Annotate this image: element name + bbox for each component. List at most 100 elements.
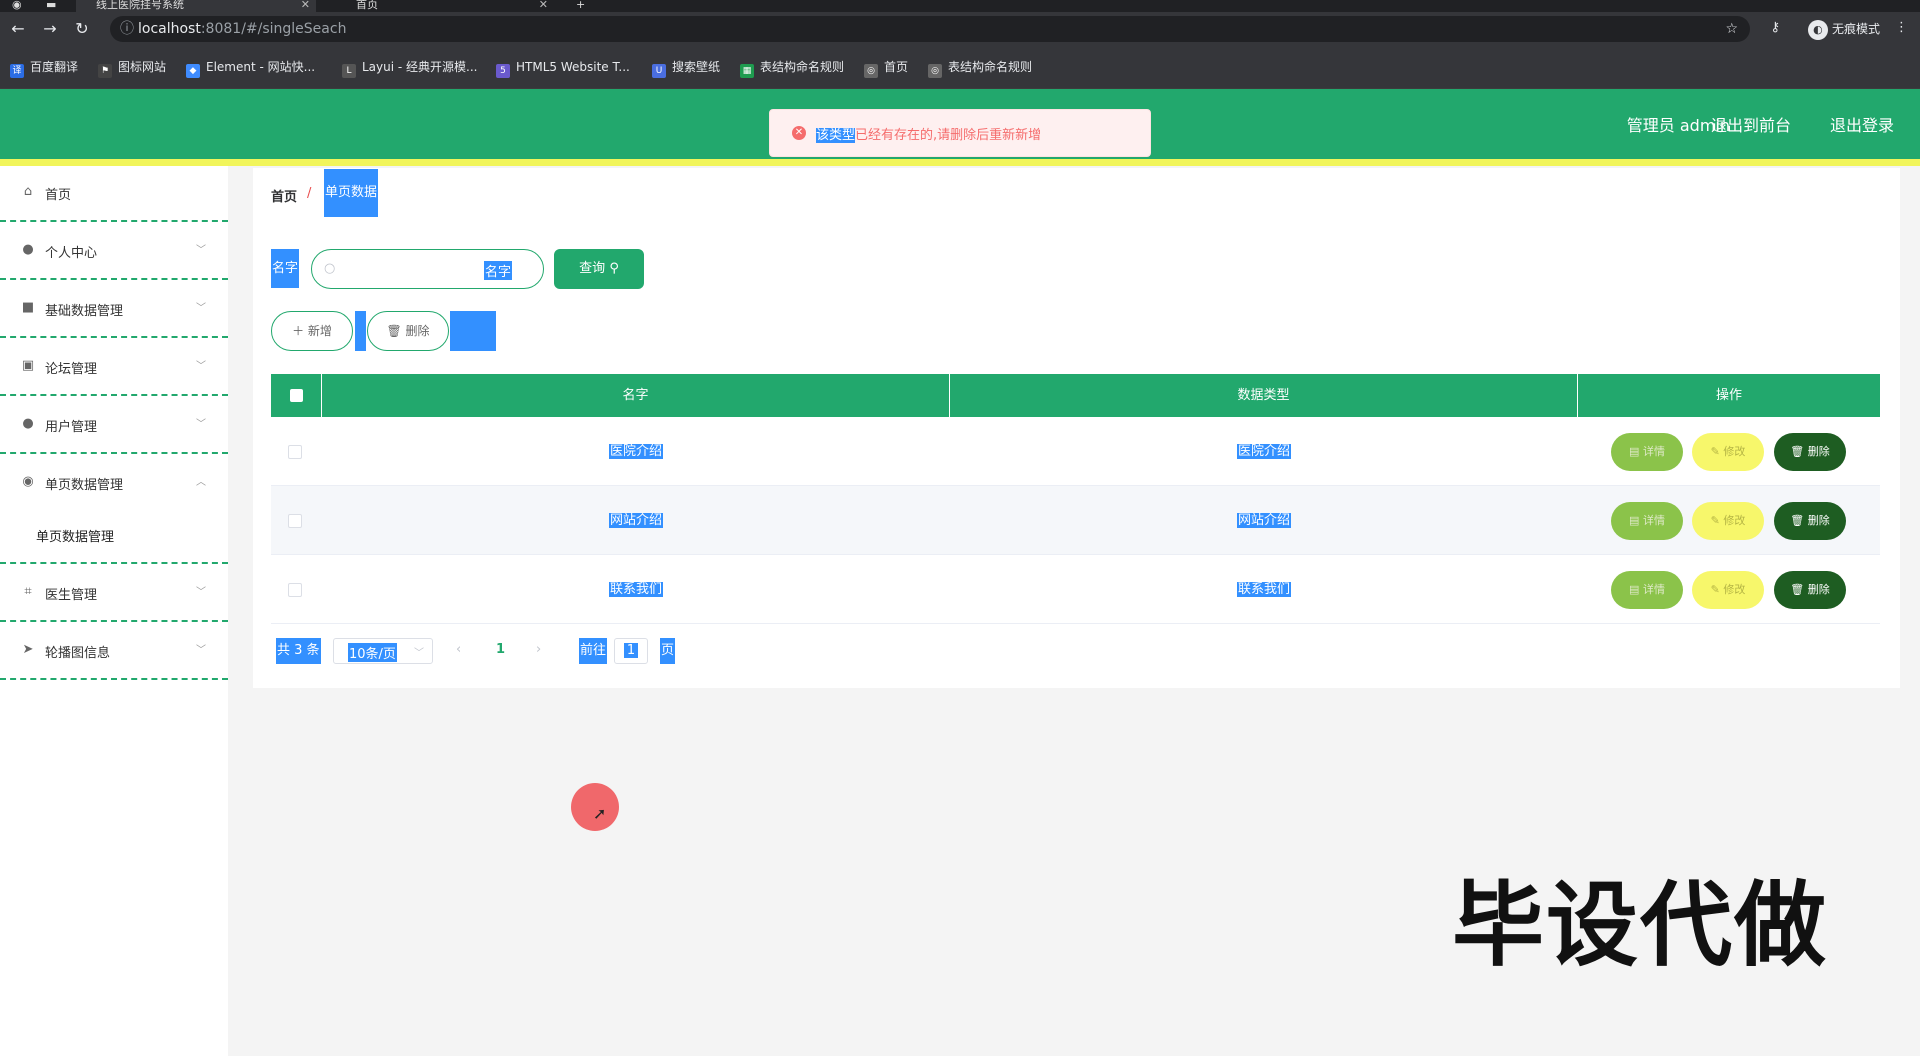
bookmark-item[interactable]: U 搜索壁纸: [652, 58, 720, 78]
cell-type-text: 联系我们: [1236, 582, 1291, 597]
error-toast: ✕ 该类型已经有存在的,请删除后重新新增: [769, 109, 1151, 157]
cell-type: 网站介绍: [950, 486, 1578, 555]
menu-kebab-icon[interactable]: ⋮: [1895, 20, 1908, 35]
detail-button[interactable]: ▤ 详情: [1611, 433, 1683, 471]
cursor-icon: ➚: [593, 804, 607, 823]
tab-1[interactable]: 线上医院挂号系统 ✕: [76, 0, 316, 12]
select-all-checkbox[interactable]: [290, 389, 303, 402]
bookmark-item[interactable]: L Layui - 经典开源模...: [342, 58, 477, 78]
sidebar-item-label: 个人中心: [45, 246, 98, 261]
cell-name: 联系我们: [322, 555, 950, 624]
tab-2[interactable]: 首页 ✕: [330, 0, 554, 12]
new-tab-icon[interactable]: +: [576, 0, 590, 12]
sidebar-item-single-page[interactable]: ◉ 单页数据管理 ︿ 单页数据管理: [0, 456, 228, 564]
sidebar-item-users[interactable]: ● 用户管理 ﹀: [0, 398, 228, 454]
delete-row-button[interactable]: 🗑 删除: [1774, 502, 1846, 540]
cell-name-text: 医院介绍: [608, 444, 663, 459]
error-icon: ✕: [792, 126, 806, 140]
goto-page-value: 1: [623, 643, 639, 658]
pagination-total: 共 3 条: [276, 638, 321, 664]
chevron-down-icon: ﹀: [196, 361, 206, 372]
search-icon: ○: [324, 261, 336, 276]
incognito-indicator[interactable]: ◐ 无痕模式: [1807, 18, 1880, 40]
chevron-down-icon: ﹀: [196, 245, 206, 256]
edit-button[interactable]: ✎ 修改: [1692, 433, 1764, 471]
back-to-front-link[interactable]: 退出到前台: [1711, 112, 1791, 136]
goto-page-input[interactable]: 1: [614, 638, 648, 664]
bookmark-item[interactable]: 5 HTML5 Website T...: [496, 58, 630, 78]
edit-button[interactable]: ✎ 修改: [1692, 571, 1764, 609]
search-placeholder: 名字: [484, 261, 513, 280]
row-checkbox[interactable]: [288, 514, 302, 528]
edit-button[interactable]: ✎ 修改: [1692, 502, 1764, 540]
url-input[interactable]: ⓘ localhost:8081/#/singleSeach ☆: [110, 16, 1750, 42]
detail-icon: ▤: [1629, 583, 1640, 596]
box-icon: ▣: [21, 358, 35, 373]
sidebar-item-label: 医生管理: [45, 588, 98, 603]
logout-link[interactable]: 退出登录: [1830, 112, 1894, 136]
window-icon: ▬: [46, 0, 57, 11]
detail-button[interactable]: ▤ 详情: [1611, 502, 1683, 540]
query-button-label: 查询: [579, 261, 606, 276]
chevron-down-icon: ﹀: [196, 419, 206, 430]
bookmark-star-icon[interactable]: ☆: [1725, 16, 1738, 42]
back-icon[interactable]: ←: [8, 19, 28, 39]
info-icon[interactable]: ⓘ: [120, 16, 134, 42]
detail-label: 详情: [1642, 514, 1665, 527]
key-icon[interactable]: ⚷: [1770, 20, 1780, 35]
close-icon[interactable]: ✕: [301, 0, 310, 10]
sidebar-item-home[interactable]: ⌂ 首页: [0, 166, 228, 222]
bookmark-item[interactable]: ▦ 表结构命名规则: [740, 58, 844, 78]
close-icon[interactable]: ✕: [539, 0, 548, 10]
bookmark-label: HTML5 Website T...: [516, 60, 630, 74]
row-checkbox[interactable]: [288, 583, 302, 597]
sidebar-item-doctors[interactable]: ⌗ 医生管理 ﹀: [0, 566, 228, 622]
cell-name-text: 联系我们: [608, 582, 663, 597]
wallpaper-icon: U: [652, 64, 666, 78]
trash-icon: 🗑: [1790, 514, 1805, 527]
tab-1-title: 线上医院挂号系统: [96, 0, 184, 11]
query-button[interactable]: 查询 ⚲: [554, 249, 644, 289]
cell-type: 联系我们: [950, 555, 1578, 624]
chevron-down-icon: ﹀: [196, 587, 206, 598]
url-host: localhost: [138, 21, 201, 37]
reload-icon[interactable]: ↻: [72, 19, 92, 39]
next-page-icon[interactable]: ›: [536, 642, 541, 657]
forward-icon[interactable]: →: [40, 19, 60, 39]
sidebar-item-forum[interactable]: ▣ 论坛管理 ﹀: [0, 340, 228, 396]
delete-label: 删除: [1807, 514, 1830, 527]
user-icon: ●: [22, 416, 34, 431]
table-row: 联系我们 联系我们 ▤ 详情 ✎ 修改 🗑 删除: [271, 555, 1880, 624]
detail-button[interactable]: ▤ 详情: [1611, 571, 1683, 609]
sidebar-item-carousel[interactable]: ➤ 轮播图信息 ﹀: [0, 624, 228, 680]
bookmark-item[interactable]: ◎ 表结构命名规则: [928, 58, 1032, 78]
sidebar-item-profile[interactable]: ● 个人中心 ﹀: [0, 224, 228, 280]
add-button-label: 新增: [307, 324, 332, 338]
sidebar-item-basic-data[interactable]: ■ 基础数据管理 ﹀: [0, 282, 228, 338]
edit-label: 修改: [1723, 583, 1746, 596]
bookmark-item[interactable]: ◎ 首页: [864, 58, 908, 78]
flag-icon: ⚑: [98, 64, 112, 78]
submenu-single-page-data[interactable]: 单页数据管理: [36, 526, 114, 545]
bookmark-item[interactable]: 译百度翻译: [10, 58, 78, 78]
selection-highlight: [355, 311, 366, 351]
delete-button[interactable]: 🗑 删除: [367, 311, 449, 351]
browser-tab-bar: ◉ ▬ 线上医院挂号系统 ✕ 首页 ✕ +: [0, 0, 1920, 12]
table-row: 网站介绍 网站介绍 ▤ 详情 ✎ 修改 🗑 删除: [271, 486, 1880, 555]
bookmark-item[interactable]: ⚑ 图标网站: [98, 58, 166, 78]
search-input[interactable]: ○ 名字: [311, 249, 544, 289]
bookmark-label: Element - 网站快...: [206, 60, 316, 74]
page-size-select[interactable]: 10条/页 ﹀: [333, 638, 433, 664]
row-checkbox[interactable]: [288, 445, 302, 459]
translate-icon: 译: [10, 64, 24, 78]
page-suffix: 页: [660, 638, 676, 664]
crop-icon: ⌗: [24, 584, 32, 599]
bookmark-item[interactable]: ◆ Element - 网站快...: [186, 58, 315, 78]
delete-row-button[interactable]: 🗑 删除: [1774, 571, 1846, 609]
prev-page-icon[interactable]: ‹: [456, 642, 461, 657]
breadcrumb-home[interactable]: 首页: [271, 186, 297, 205]
header-accent-line: [0, 159, 1920, 166]
add-button[interactable]: ＋ 新增: [271, 311, 353, 351]
page-number[interactable]: 1: [496, 642, 505, 657]
delete-row-button[interactable]: 🗑 删除: [1774, 433, 1846, 471]
